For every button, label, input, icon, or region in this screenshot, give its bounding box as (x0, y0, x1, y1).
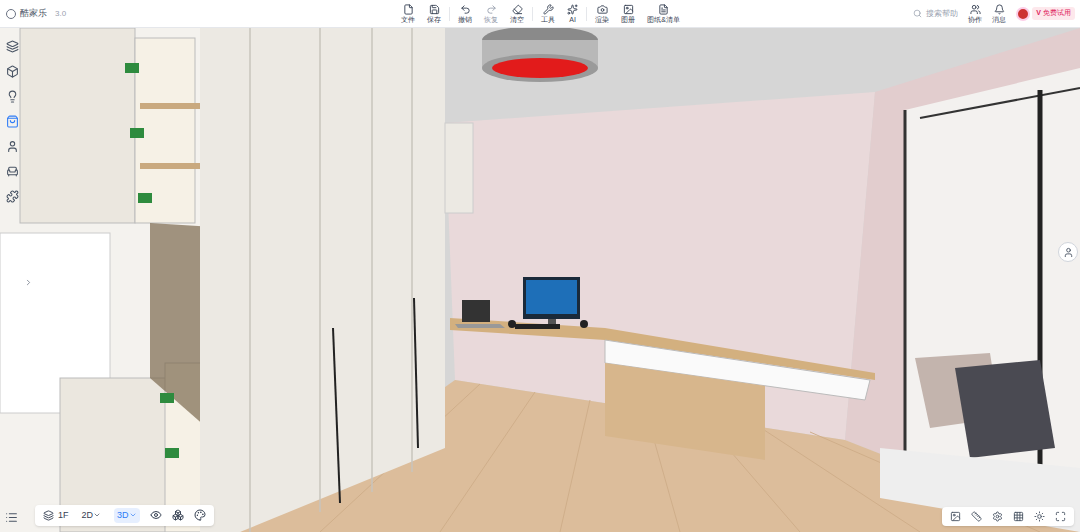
render-icon (597, 4, 608, 15)
sun-icon[interactable] (1034, 511, 1045, 522)
sidebar-item[interactable] (4, 163, 20, 179)
floor-selector[interactable]: 1F (43, 509, 69, 523)
list-icon (5, 511, 18, 524)
search-help[interactable]: 搜索帮助 (913, 8, 958, 20)
top-bar: 酷家乐 3.0 文件保存撤销恢复清空工具AI渲染图册图纸&清单 搜索帮助协作消息 V免费… (0, 0, 1080, 28)
view-mode-button[interactable]: 3D (114, 508, 140, 524)
render-button[interactable]: 渲染 (589, 4, 615, 24)
palette-icon[interactable] (194, 509, 206, 521)
sidebar-item[interactable] (4, 113, 20, 129)
sidebar-item[interactable] (4, 38, 20, 54)
ai-button[interactable]: AI (561, 4, 584, 24)
bell-icon (994, 4, 1005, 15)
redo-button[interactable]: 恢复 (478, 4, 504, 24)
left-sidebar (4, 38, 20, 204)
helper-avatar[interactable] (1058, 242, 1078, 262)
clear-button[interactable]: 清空 (504, 4, 530, 24)
chevron-down-icon (93, 511, 101, 519)
version: 3.0 (55, 8, 66, 20)
toolbar-separator (532, 7, 533, 21)
search-icon (913, 9, 922, 18)
grid-icon[interactable] (1013, 511, 1024, 522)
redo-icon (486, 4, 497, 15)
image-icon[interactable] (950, 511, 961, 522)
toolbar-separator (449, 7, 450, 21)
toolbar-separator (586, 7, 587, 21)
message-button[interactable]: 消息 (992, 4, 1006, 24)
file-icon (403, 4, 414, 15)
view-toolbar: 1F 2D 3D (35, 505, 214, 527)
puzzle-icon (6, 190, 19, 203)
fullscreen-icon[interactable] (1055, 511, 1066, 522)
room-3d-scene[interactable] (0, 28, 1080, 532)
top-right: 搜索帮助协作消息 V免费试用 (686, 4, 1080, 24)
sidebar-item[interactable] (4, 88, 20, 104)
bag-icon (6, 115, 19, 128)
boxes-icon[interactable] (172, 509, 184, 521)
lightbulb-icon (6, 90, 19, 103)
users-icon (970, 4, 981, 15)
logo-text: 酷家乐 (20, 7, 47, 21)
collab-button[interactable]: 协作 (968, 4, 982, 24)
ai-icon (567, 4, 578, 15)
eye-icon[interactable] (150, 509, 162, 521)
drawings-icon (658, 4, 669, 15)
view-mode-button[interactable]: 2D (79, 508, 105, 524)
sidebar-item[interactable] (4, 138, 20, 154)
list-button[interactable] (5, 511, 18, 524)
app-window: 酷家乐 3.0 文件保存撤销恢复清空工具AI渲染图册图纸&清单 搜索帮助协作消息 V免费… (0, 0, 1080, 532)
sidebar-item[interactable] (4, 63, 20, 79)
chevron-right-icon (24, 278, 33, 287)
sidebar-item[interactable] (4, 188, 20, 204)
layers-icon (43, 510, 54, 521)
logo-icon (6, 9, 16, 19)
trial-badge[interactable]: V免费试用 (1032, 7, 1075, 20)
expand-panel-tab[interactable] (22, 270, 34, 294)
drawings-button[interactable]: 图纸&清单 (641, 4, 686, 24)
camera-toolbar (942, 507, 1074, 526)
tools-icon (543, 4, 554, 15)
album-button[interactable]: 图册 (615, 4, 641, 24)
file-button[interactable]: 文件 (395, 4, 421, 24)
tools-button[interactable]: 工具 (535, 4, 561, 24)
ruler-icon[interactable] (971, 511, 982, 522)
undo-button[interactable]: 撤销 (452, 4, 478, 24)
album-icon (623, 4, 634, 15)
clear-icon (512, 4, 523, 15)
save-icon (429, 4, 440, 15)
box-icon (6, 65, 19, 78)
layers-icon (6, 40, 19, 53)
undo-icon (460, 4, 471, 15)
user-avatar[interactable] (1016, 7, 1030, 21)
chevron-down-icon (129, 511, 137, 519)
helper-icon (1063, 247, 1074, 258)
settings-icon[interactable] (992, 511, 1003, 522)
user-icon (6, 140, 19, 153)
save-button[interactable]: 保存 (421, 4, 447, 24)
viewport[interactable]: 1F 2D 3D (0, 28, 1080, 532)
armchair-icon (6, 165, 19, 178)
logo[interactable]: 酷家乐 3.0 (0, 7, 395, 21)
main-toolbar: 文件保存撤销恢复清空工具AI渲染图册图纸&清单 (395, 4, 686, 24)
